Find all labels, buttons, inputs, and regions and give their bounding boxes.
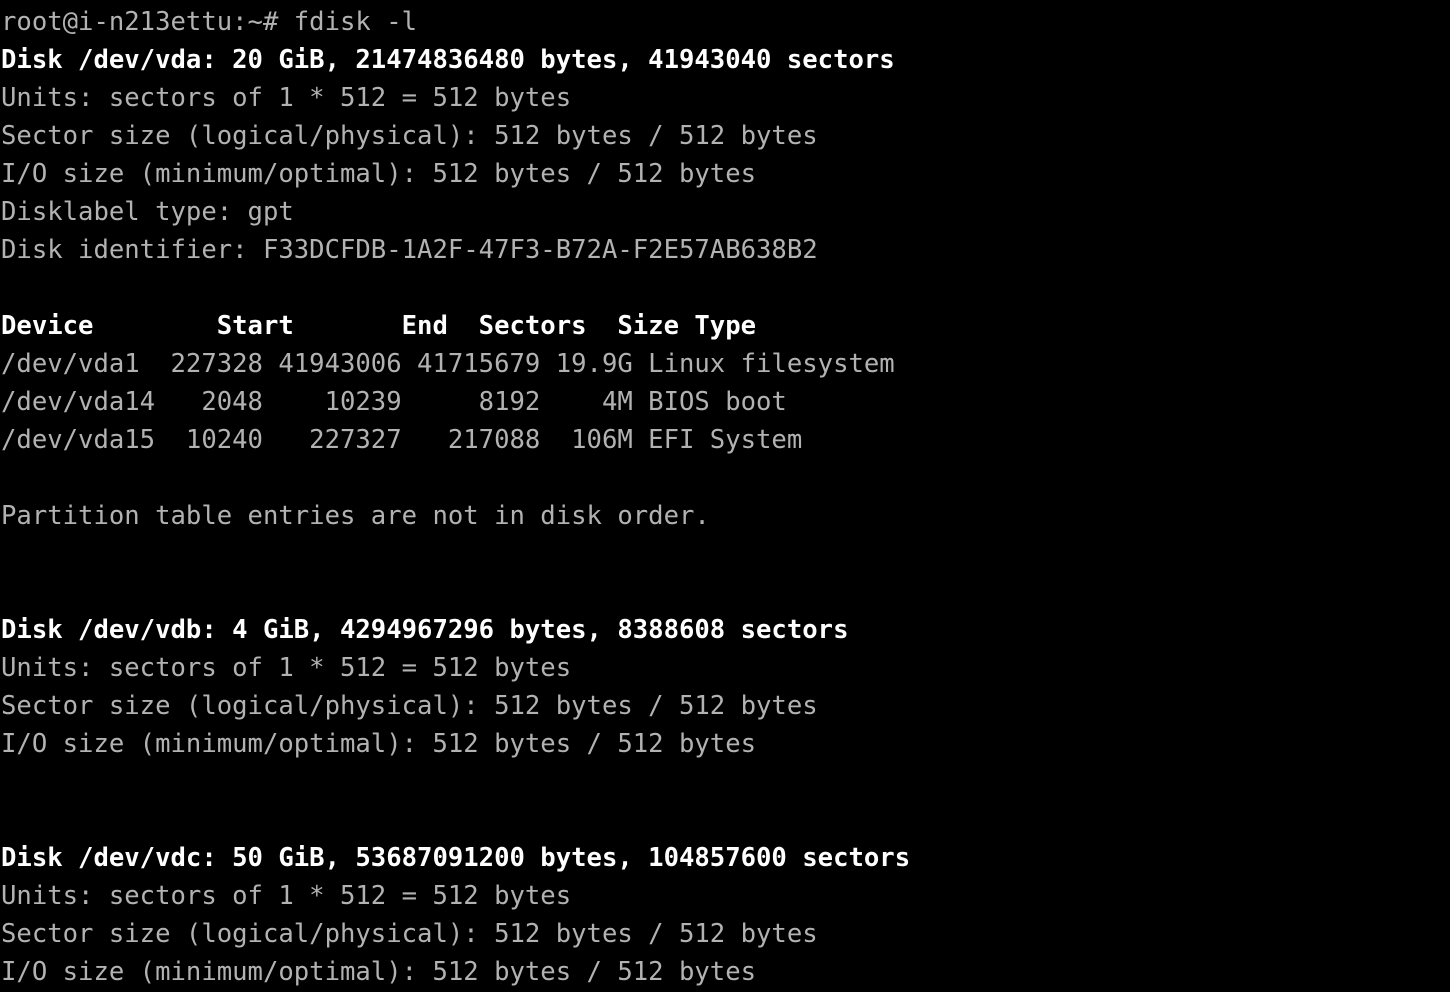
prompt-line: root@i-n213ettu:~# fdisk -l [1, 7, 418, 37]
units-line-vdb: Units: sectors of 1 * 512 = 512 bytes [1, 653, 572, 683]
partition-row-vda14: /dev/vda14 2048 10239 8192 4M BIOS boot [1, 387, 787, 417]
terminal-window[interactable]: root@i-n213ettu:~# fdisk -l Disk /dev/vda… [0, 0, 1450, 992]
sector-size-line-vdc: Sector size (logical/physical): 512 byte… [1, 919, 818, 949]
sector-size-line-vdb: Sector size (logical/physical): 512 byte… [1, 691, 818, 721]
sector-size-line-vda: Sector size (logical/physical): 512 byte… [1, 121, 818, 151]
io-size-line-vda: I/O size (minimum/optimal): 512 bytes / … [1, 159, 757, 189]
partition-table-header: Device Start End Sectors Size Type [1, 311, 757, 341]
partition-row-vda1: /dev/vda1 227328 41943006 41715679 19.9G… [1, 349, 895, 379]
io-size-line-vdb: I/O size (minimum/optimal): 512 bytes / … [1, 729, 757, 759]
disk-header-vda: Disk /dev/vda: 20 GiB, 21474836480 bytes… [1, 45, 895, 75]
partition-order-notice: Partition table entries are not in disk … [1, 501, 710, 531]
units-line-vda: Units: sectors of 1 * 512 = 512 bytes [1, 83, 572, 113]
disk-header-vdc: Disk /dev/vdc: 50 GiB, 53687091200 bytes… [1, 843, 911, 873]
units-line-vdc: Units: sectors of 1 * 512 = 512 bytes [1, 881, 572, 911]
disklabel-line-vda: Disklabel type: gpt [1, 197, 294, 227]
disk-header-vdb: Disk /dev/vdb: 4 GiB, 4294967296 bytes, … [1, 615, 849, 645]
partition-row-vda15: /dev/vda15 10240 227327 217088 106M EFI … [1, 425, 803, 455]
terminal-output[interactable]: root@i-n213ettu:~# fdisk -l Disk /dev/vda… [0, 3, 1450, 991]
disk-identifier-line-vda: Disk identifier: F33DCFDB-1A2F-47F3-B72A… [1, 235, 818, 265]
io-size-line-vdc: I/O size (minimum/optimal): 512 bytes / … [1, 957, 757, 987]
